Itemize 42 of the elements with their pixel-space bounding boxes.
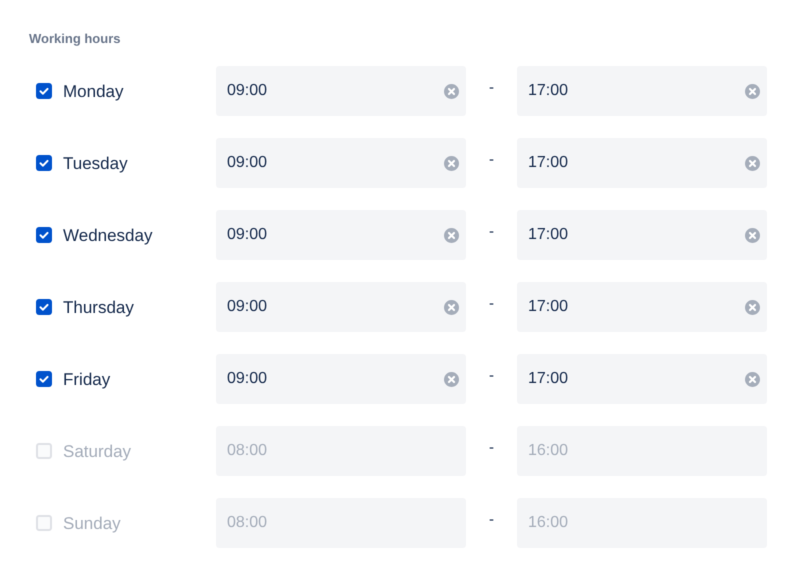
range-dash: - (488, 294, 495, 312)
day-label: Saturday (63, 442, 132, 462)
clear-icon[interactable] (745, 300, 760, 314)
day-label: Friday (63, 370, 110, 390)
clear-icon[interactable] (444, 84, 459, 98)
range-dash: - (488, 366, 495, 384)
time-field[interactable]: 17:00 (517, 282, 767, 332)
time-field[interactable]: 17:00 (517, 138, 767, 188)
checkbox[interactable] (36, 83, 52, 99)
checkbox[interactable] (36, 515, 52, 531)
day-label: Monday (63, 82, 124, 102)
time-field[interactable]: 09:00 (216, 354, 466, 404)
clear-icon[interactable] (745, 156, 760, 170)
checkbox[interactable] (36, 371, 52, 387)
time-field[interactable]: 09:00 (216, 66, 466, 116)
range-dash: - (488, 222, 495, 240)
clear-icon[interactable] (444, 156, 459, 170)
checkbox[interactable] (36, 155, 52, 171)
range-dash: - (488, 150, 495, 168)
day-label: Thursday (63, 298, 134, 318)
clear-icon[interactable] (745, 372, 760, 386)
section-title: Working hours (29, 30, 122, 48)
clear-icon[interactable] (444, 372, 459, 386)
clear-icon[interactable] (444, 300, 459, 314)
time-field[interactable]: 09:00 (216, 282, 466, 332)
day-label: Tuesday (63, 154, 128, 174)
checkbox[interactable] (36, 443, 52, 459)
range-dash: - (488, 510, 495, 528)
day-label: Sunday (63, 514, 121, 534)
time-field[interactable]: 09:00 (216, 138, 466, 188)
checkbox[interactable] (36, 227, 52, 243)
time-field[interactable]: 17:00 (517, 66, 767, 116)
time-field[interactable]: 17:00 (517, 354, 767, 404)
day-label: Wednesday (63, 226, 152, 246)
time-field[interactable]: 17:00 (517, 210, 767, 260)
range-dash: - (488, 438, 495, 456)
clear-icon[interactable] (444, 228, 459, 242)
clear-icon[interactable] (745, 84, 760, 98)
range-dash: - (488, 78, 495, 96)
time-field[interactable]: 09:00 (216, 210, 466, 260)
clear-icon[interactable] (745, 228, 760, 242)
checkbox[interactable] (36, 299, 52, 315)
